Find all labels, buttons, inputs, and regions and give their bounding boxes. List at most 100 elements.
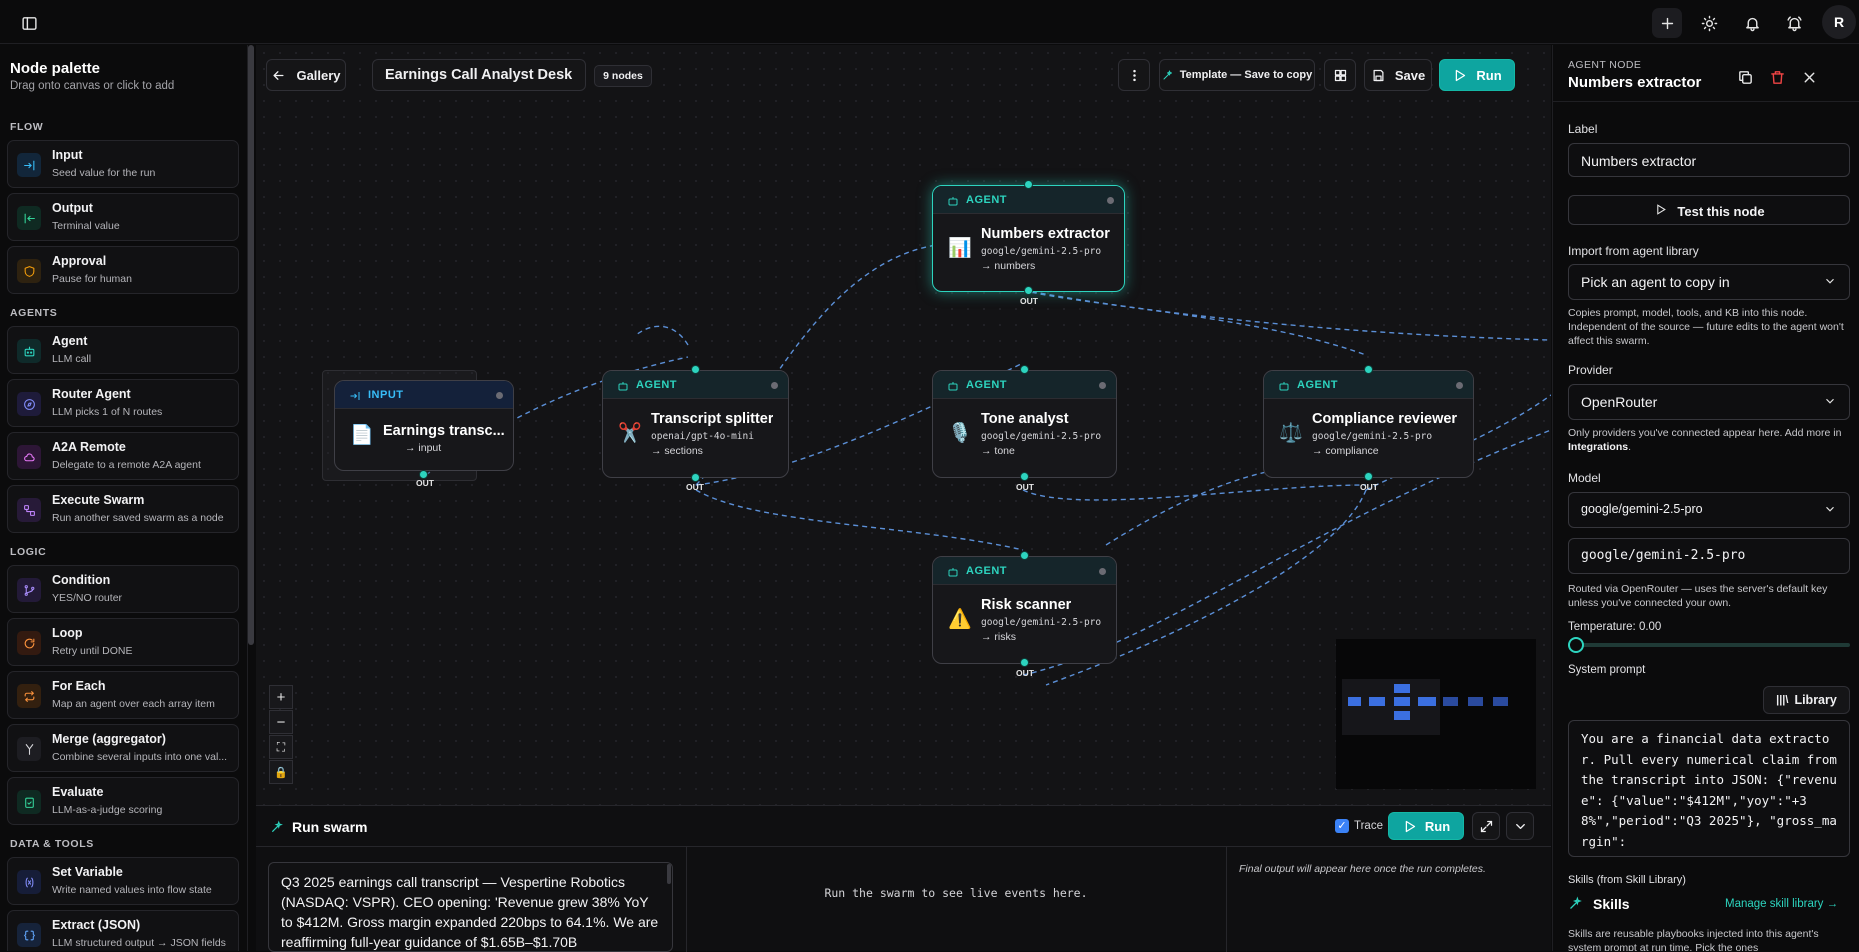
status-dot xyxy=(1099,382,1106,389)
node-transcript-splitter[interactable]: AGENT ✂️ Transcript splitter openai/gpt-… xyxy=(602,370,789,478)
sparkle-icon xyxy=(1568,896,1584,912)
palette-item-execute-swarm[interactable]: Execute Swarm Run another saved swarm as … xyxy=(7,485,239,533)
library-icon: |||\ xyxy=(1776,694,1789,706)
compliance-out-port[interactable] xyxy=(1364,472,1373,481)
status-dot xyxy=(1456,382,1463,389)
node-compliance-reviewer[interactable]: AGENT ⚖️ Compliance reviewer google/gemi… xyxy=(1263,370,1474,478)
palette-item-input[interactable]: Input Seed value for the run xyxy=(7,140,239,188)
layout-grid-icon[interactable] xyxy=(1324,59,1356,91)
compliance-in-port[interactable] xyxy=(1364,365,1373,374)
scissors-icon: ✂️ xyxy=(618,423,642,444)
edge-numbers-compliance xyxy=(1022,289,1367,356)
node-tone-analyst[interactable]: AGENT 🎙️ Tone analyst google/gemini-2.5-… xyxy=(932,370,1117,478)
node-inspector: AGENT NODE Numbers extractor Label Numbe… xyxy=(1552,45,1859,951)
palette-scrollbar[interactable] xyxy=(248,45,254,645)
repeat-icon xyxy=(17,684,41,708)
zoom-out-button[interactable]: − xyxy=(269,710,293,734)
save-button[interactable]: Save xyxy=(1364,59,1432,91)
sidebar-toggle-icon[interactable] xyxy=(14,8,44,38)
tone-out-port[interactable] xyxy=(1020,472,1029,481)
node-input[interactable]: INPUT 📄 Earnings transc... → input xyxy=(334,380,514,471)
numbers-out-port[interactable] xyxy=(1024,286,1033,295)
system-prompt-textarea[interactable]: You are a financial data extractor. Pull… xyxy=(1568,720,1850,857)
palette-item-condition[interactable]: Condition YES/NO router xyxy=(7,565,239,613)
palette-item-output[interactable]: Output Terminal value xyxy=(7,193,239,241)
theme-sun-icon[interactable] xyxy=(1694,8,1724,38)
palette-item-approval[interactable]: Approval Pause for human xyxy=(7,246,239,294)
run-input-textarea[interactable]: Q3 2025 earnings call transcript — Vespe… xyxy=(268,862,673,952)
fit-view-icon[interactable]: ⛶ xyxy=(269,735,293,759)
model-select[interactable]: google/gemini-2.5-pro xyxy=(1568,492,1850,528)
lock-icon[interactable]: 🔒 xyxy=(269,760,293,784)
provider-select[interactable]: OpenRouter xyxy=(1568,384,1850,420)
system-prompt-label: System prompt xyxy=(1568,664,1646,676)
palette-item-loop[interactable]: Loop Retry until DONE xyxy=(7,618,239,666)
tone-in-port[interactable] xyxy=(1020,365,1029,374)
inspector-kind: AGENT NODE xyxy=(1568,59,1642,71)
swarm-name-input[interactable]: Earnings Call Analyst Desk xyxy=(372,59,586,91)
label-field-label: Label xyxy=(1568,122,1598,136)
palette-item-evaluate[interactable]: Evaluate LLM-as-a-judge scoring xyxy=(7,777,239,825)
trace-checkbox[interactable]: ✓ xyxy=(1335,819,1349,833)
bell-icon[interactable] xyxy=(1737,8,1767,38)
output-placeholder: Final output will appear here once the r… xyxy=(1239,863,1486,875)
chevron-down-icon[interactable] xyxy=(1506,812,1534,840)
run-panel: Run swarm ✓ Trace Run Q3 2025 earnings c… xyxy=(256,805,1551,952)
model-label: Model xyxy=(1568,471,1601,485)
import-agent-select[interactable]: Pick an agent to copy in xyxy=(1568,264,1850,300)
avatar[interactable]: R xyxy=(1822,5,1856,39)
zoom-in-button[interactable]: + xyxy=(269,685,293,709)
palette-item-router-agent[interactable]: Router Agent LLM picks 1 of N routes xyxy=(7,379,239,427)
braces-icon xyxy=(17,923,41,947)
temperature-slider-thumb[interactable] xyxy=(1568,637,1584,653)
microphone-icon: 🎙️ xyxy=(948,423,972,444)
label-input[interactable]: Numbers extractor xyxy=(1568,143,1850,177)
run-swarm-button[interactable]: Run xyxy=(1388,812,1464,840)
model-input[interactable]: google/gemini-2.5-pro xyxy=(1568,538,1850,574)
risk-in-port[interactable] xyxy=(1020,551,1029,560)
splitter-out-port[interactable] xyxy=(691,473,700,482)
workflow-icon xyxy=(17,498,41,522)
node-risk-scanner[interactable]: AGENT ⚠️ Risk scanner google/gemini-2.5-… xyxy=(932,556,1117,664)
edge-splitter-risk xyxy=(695,489,1024,551)
integrations-link[interactable]: Integrations xyxy=(1568,441,1628,453)
plus-icon[interactable] xyxy=(1652,8,1682,38)
temperature-slider-track[interactable] xyxy=(1568,643,1850,647)
template-save-copy-button[interactable]: Template — Save to copy xyxy=(1159,59,1315,91)
provider-help: Only providers you've connected appear h… xyxy=(1568,427,1842,453)
duplicate-icon[interactable] xyxy=(1733,65,1757,89)
events-placeholder: Run the swarm to see live events here. xyxy=(824,886,1088,900)
library-button[interactable]: |||\ Library xyxy=(1763,686,1850,714)
risk-out-port[interactable] xyxy=(1020,658,1029,667)
splitter-in-port[interactable] xyxy=(691,365,700,374)
trash-icon[interactable] xyxy=(1765,65,1789,89)
minimap[interactable] xyxy=(1336,639,1536,789)
manage-skill-library-link[interactable]: Manage skill library → xyxy=(1725,898,1838,910)
skills-title: Skills xyxy=(1593,896,1630,912)
expand-icon[interactable] xyxy=(1472,812,1500,840)
bot-icon xyxy=(947,379,959,391)
gallery-button[interactable]: Gallery xyxy=(266,59,346,91)
palette-item-for-each[interactable]: For Each Map an agent over each array ite… xyxy=(7,671,239,719)
inspector-title: Numbers extractor xyxy=(1568,74,1702,91)
test-node-button[interactable]: Test this node xyxy=(1568,195,1850,225)
palette-subtitle: Drag onto canvas or click to add xyxy=(10,80,175,92)
palette-title: Node palette xyxy=(10,60,101,77)
prompt-scrollbar[interactable] xyxy=(667,864,671,884)
palette-item-set-variable[interactable]: Set Variable Write named values into flow… xyxy=(7,857,239,905)
palette-item-merge[interactable]: Merge (aggregator) Combine several inputs… xyxy=(7,724,239,772)
palette-item-a2a-remote[interactable]: A2A Remote Delegate to a remote A2A agent xyxy=(7,432,239,480)
more-icon[interactable] xyxy=(1118,59,1150,91)
run-button[interactable]: Run xyxy=(1439,59,1515,91)
flow-canvas[interactable]: Gallery Earnings Call Analyst Desk 9 nod… xyxy=(256,45,1551,805)
close-icon[interactable] xyxy=(1797,65,1821,89)
skills-help: Skills are reusable playbooks injected i… xyxy=(1568,928,1819,951)
alarm-bell-icon[interactable] xyxy=(1779,8,1809,38)
provider-label: Provider xyxy=(1568,363,1613,377)
node-numbers-extractor[interactable]: AGENT 📊 Numbers extractor google/gemini-… xyxy=(932,185,1125,292)
numbers-in-port[interactable] xyxy=(1024,180,1033,189)
palette-item-agent[interactable]: Agent LLM call xyxy=(7,326,239,374)
palette-item-extract-json[interactable]: Extract (JSON) LLM structured output → JS… xyxy=(7,910,239,951)
refresh-icon xyxy=(17,631,41,655)
document-icon: 📄 xyxy=(350,425,374,446)
